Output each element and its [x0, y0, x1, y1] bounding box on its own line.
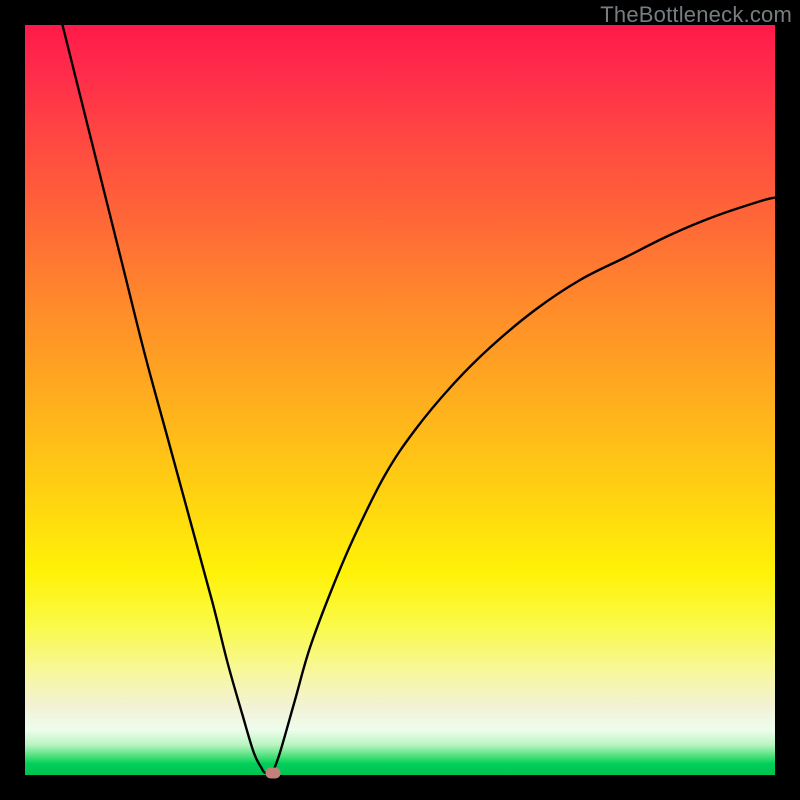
bottleneck-curve — [25, 25, 775, 775]
curve-path — [63, 25, 776, 773]
optimum-marker — [265, 767, 280, 778]
chart-plot-area — [25, 25, 775, 775]
watermark-text: TheBottleneck.com — [600, 2, 792, 28]
chart-frame: TheBottleneck.com — [0, 0, 800, 800]
